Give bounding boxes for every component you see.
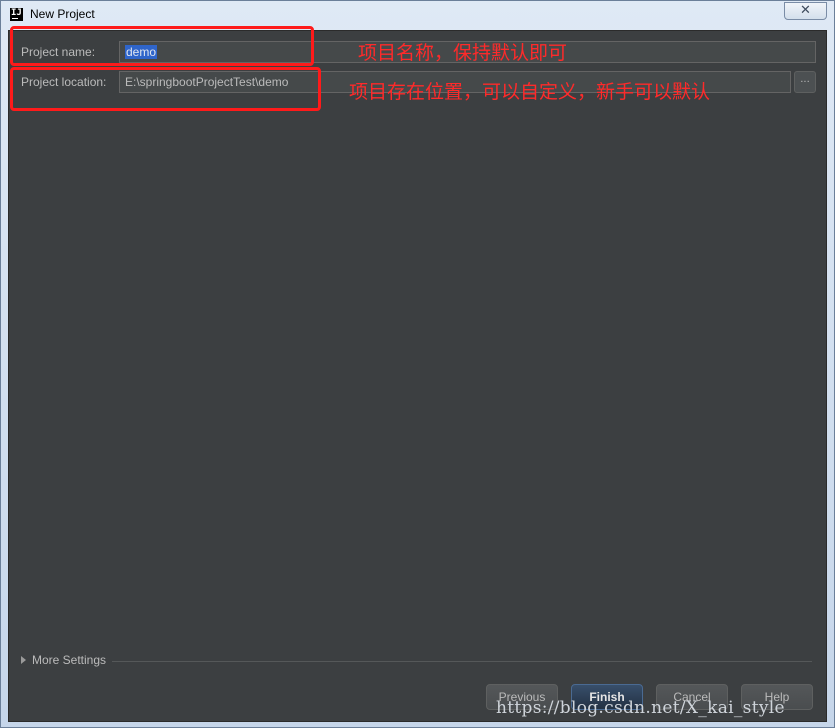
expand-triangle-icon xyxy=(21,656,26,664)
new-project-window: IJ New Project ✕ Project name: demo Proj… xyxy=(0,0,835,728)
highlight-box-location xyxy=(10,67,321,111)
intellij-icon: IJ xyxy=(10,8,23,21)
more-settings-divider xyxy=(112,661,812,662)
title-bar[interactable]: IJ New Project ✕ xyxy=(1,1,834,29)
watermark-text: https://blog.csdn.net/X_kai_style xyxy=(496,698,785,718)
browse-button[interactable]: ... xyxy=(794,71,816,93)
close-button[interactable]: ✕ xyxy=(784,2,827,20)
more-settings-label: More Settings xyxy=(32,653,107,667)
more-settings-toggle[interactable]: More Settings xyxy=(21,653,106,667)
window-title: New Project xyxy=(30,7,95,21)
close-icon: ✕ xyxy=(800,3,811,18)
annotation-location-note: 项目存在位置，可以自定义，新手可以默认 xyxy=(349,81,711,103)
annotation-name-note: 项目名称，保持默认即可 xyxy=(358,42,568,64)
highlight-box-name xyxy=(10,26,314,66)
dialog-content: Project name: demo Project location: E:\… xyxy=(8,30,827,722)
